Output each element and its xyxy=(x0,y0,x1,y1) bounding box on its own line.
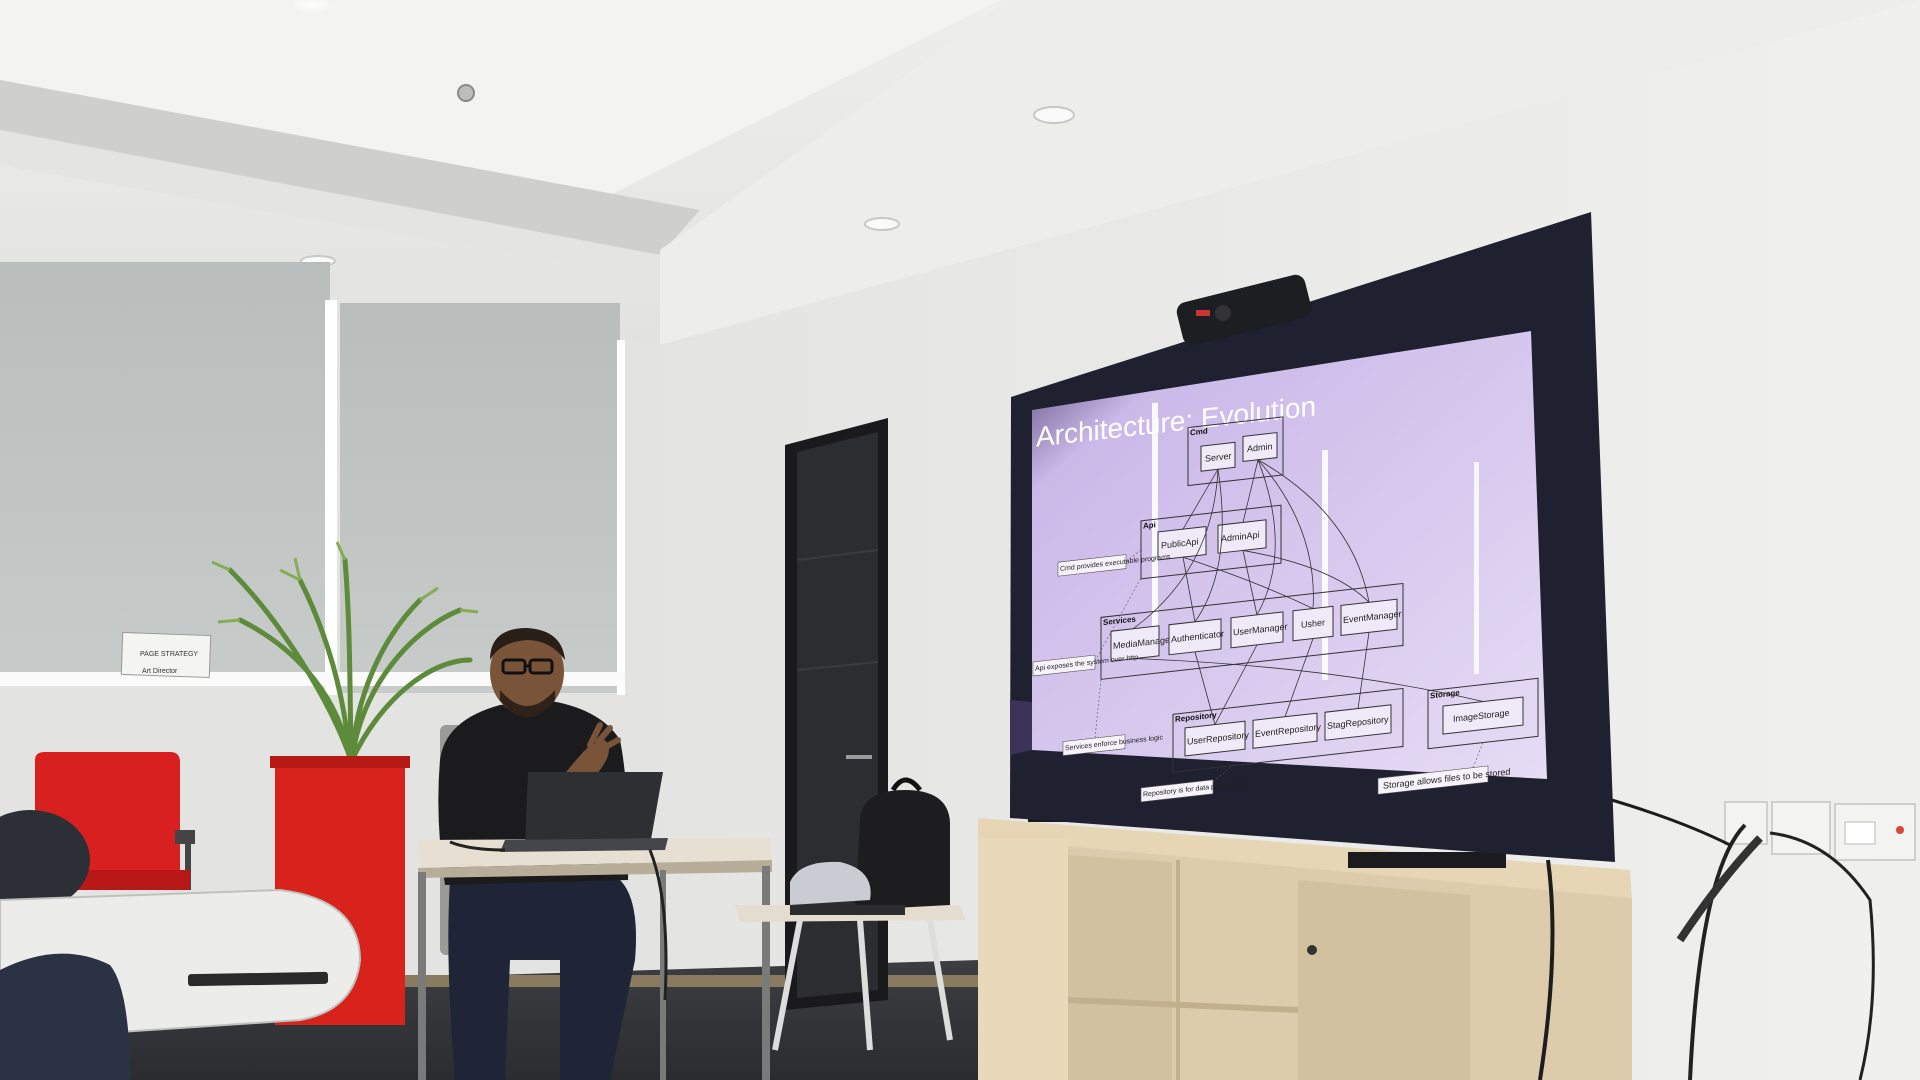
ceiling-light xyxy=(1033,106,1075,124)
svg-text:Api: Api xyxy=(1143,520,1156,530)
window-light-strip xyxy=(325,300,337,695)
door-handle-icon xyxy=(846,755,872,759)
window-light-strip xyxy=(617,340,625,695)
window-reflection xyxy=(1322,450,1328,680)
window-blind-right xyxy=(340,303,620,693)
ceiling-light xyxy=(864,217,900,231)
laptop-on-side-table xyxy=(790,905,905,915)
window-sign: PAGE STRATEGY Art Director xyxy=(120,631,212,679)
sprinkler-icon xyxy=(457,84,475,102)
planter-top xyxy=(270,756,410,768)
window-blind-left xyxy=(0,262,330,682)
window-reflection xyxy=(1474,462,1479,674)
foreground-person-shoulder xyxy=(0,953,130,1080)
svg-text:PAGE STRATEGY: PAGE STRATEGY xyxy=(140,651,198,658)
svg-text:Art Director: Art Director xyxy=(142,668,178,675)
slide-dark-edge xyxy=(1010,700,1032,755)
tv-foot-right xyxy=(1348,852,1506,868)
remote-control xyxy=(187,971,329,987)
conference-room-photo: PAGE STRATEGY Art Director Architecture:… xyxy=(0,0,1920,1080)
